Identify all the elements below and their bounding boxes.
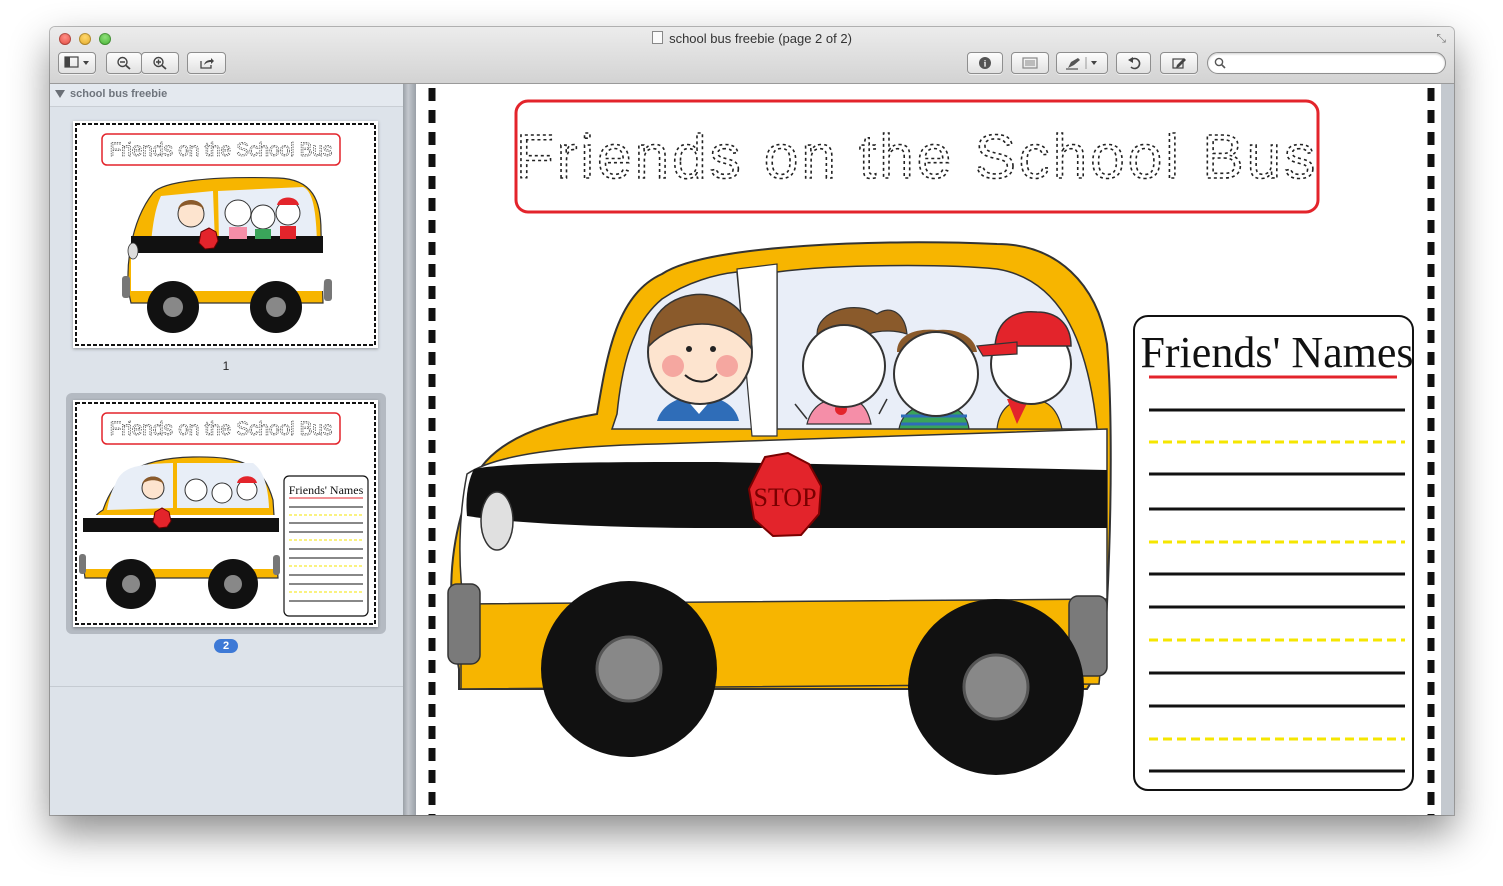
stop-sign-text: STOP <box>753 483 816 512</box>
page-thumbnail-2-label: 2 <box>214 639 238 653</box>
page-thumbnail-1[interactable]: Friends on the School Bus <box>73 121 378 348</box>
zoom-out-button[interactable] <box>106 52 142 74</box>
zoom-in-button[interactable] <box>141 52 179 74</box>
page-1-preview: Friends on the School Bus <box>75 123 376 346</box>
vertical-scrollbar[interactable] <box>1441 84 1454 815</box>
page-2-thumb-names-title: Friends' Names <box>289 483 364 497</box>
highlighter-icon <box>1066 57 1097 70</box>
names-box-title: Friends' Names <box>1140 328 1413 377</box>
names-box <box>1133 315 1414 791</box>
edit-toolbar-button[interactable] <box>1160 52 1198 74</box>
sidebar-section-header[interactable]: school bus freebie <box>50 84 403 107</box>
zoom-in-icon <box>153 56 167 70</box>
search-input[interactable] <box>1230 55 1434 71</box>
markup-pen-icon <box>1172 58 1186 69</box>
window-icon <box>1022 57 1038 69</box>
sidebar-section-title: school bus freebie <box>70 88 168 100</box>
document-icon <box>652 31 664 44</box>
rotate-left-icon <box>1127 57 1140 70</box>
share-button[interactable] <box>187 52 226 74</box>
document-view[interactable]: Friends on the School Bus STOP Friends' … <box>417 84 1454 815</box>
disclosure-triangle-icon[interactable] <box>55 90 65 98</box>
fullscreen-icon[interactable]: ⤡ <box>1436 31 1446 46</box>
highlight-menu-button[interactable] <box>1056 52 1108 74</box>
rotate-button[interactable] <box>1116 52 1151 74</box>
school-bus-illustration: STOP <box>447 241 1112 775</box>
share-icon <box>199 58 214 69</box>
worksheet-title: Friends on the School Bus <box>516 123 1318 192</box>
sidebar-view-icon <box>64 56 89 68</box>
search-field[interactable] <box>1207 52 1446 74</box>
search-icon <box>1214 57 1226 69</box>
window-title-container: school bus freebie (page 2 of 2) <box>50 31 1454 46</box>
page-1-thumb-title: Friends on the School Bus <box>110 140 333 161</box>
sidebar-divider <box>50 686 403 687</box>
thumbnail-sidebar: school bus freebie Friends on the School… <box>50 84 404 815</box>
page-thumbnail-1-label: 1 <box>222 359 230 373</box>
inspector-button[interactable]: i <box>967 52 1003 74</box>
slideshow-button[interactable] <box>1011 52 1049 74</box>
page-2-thumb-title: Friends on the School Bus <box>110 419 333 440</box>
zoom-out-icon <box>117 56 131 70</box>
window-title: school bus freebie (page 2 of 2) <box>669 31 852 46</box>
sidebar-splitter[interactable] <box>403 84 416 815</box>
info-icon: i <box>979 57 991 69</box>
page-2-preview: Friends on the School Bus Friends' Names <box>75 402 376 625</box>
preview-window: school bus freebie (page 2 of 2) ⤡ i sch… <box>50 27 1454 815</box>
page-thumbnail-2[interactable]: Friends on the School Bus Friends' Names <box>73 400 378 627</box>
title-bar: school bus freebie (page 2 of 2) ⤡ i <box>50 27 1454 84</box>
view-menu-button[interactable] <box>58 52 96 74</box>
worksheet-page: Friends on the School Bus STOP Friends' … <box>428 88 1435 815</box>
